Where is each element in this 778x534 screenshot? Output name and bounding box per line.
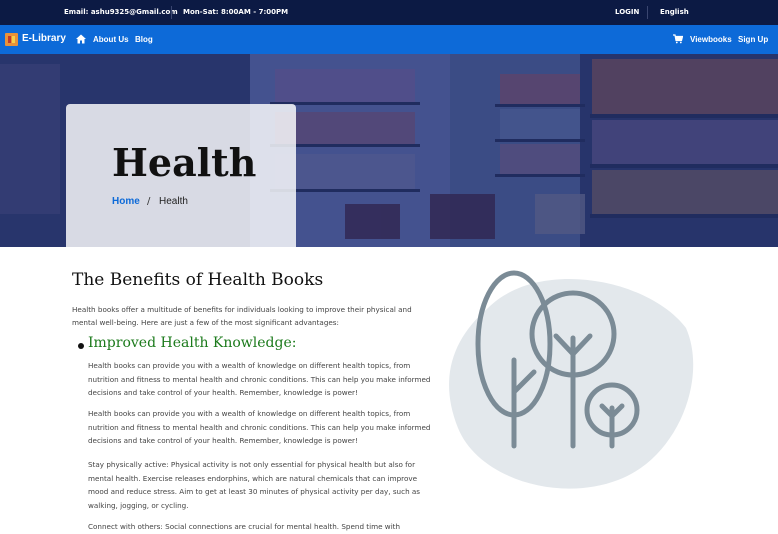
- breadcrumb-separator: /: [147, 196, 151, 207]
- language-selector[interactable]: English: [660, 8, 689, 16]
- tree-illustration: [449, 270, 694, 489]
- benefit-paragraph: Health books can provide you with a weal…: [88, 409, 431, 446]
- page-title: Health: [112, 140, 257, 185]
- home-icon[interactable]: [76, 34, 86, 44]
- intro-paragraph: Health books offer a multitude of benefi…: [72, 305, 412, 327]
- benefit-paragraph: Connect with others: Social connections …: [88, 522, 401, 531]
- nav-sign-up[interactable]: Sign Up: [738, 35, 768, 44]
- breadcrumb-current: Health: [159, 196, 188, 207]
- benefit-heading: Improved Health Knowledge:: [88, 335, 297, 351]
- login-link[interactable]: LOGIN: [615, 8, 639, 16]
- nav-blog[interactable]: Blog: [135, 35, 153, 44]
- section-title: The Benefits of Health Books: [72, 270, 324, 290]
- business-hours: Mon-Sat: 8:00AM - 7:00PM: [183, 8, 289, 16]
- bullet-point: [78, 343, 84, 349]
- nav-viewbooks[interactable]: Viewbooks: [690, 35, 732, 44]
- main-navbar: E-Library About Us Blog Viewbooks Sign U…: [0, 25, 778, 54]
- brand-name[interactable]: E-Library: [22, 33, 66, 44]
- benefit-paragraph: Stay physically active: Physical activit…: [88, 460, 421, 511]
- divider: [171, 6, 172, 19]
- contact-email: Email: ashu9325@Gmail.com: [64, 8, 178, 16]
- benefit-paragraph: Health books can provide you with a weal…: [88, 361, 431, 398]
- library-logo-icon[interactable]: [5, 33, 18, 46]
- divider: [647, 6, 648, 19]
- breadcrumb-home-link[interactable]: Home: [112, 196, 140, 207]
- cart-icon[interactable]: [673, 34, 683, 44]
- nav-about-us[interactable]: About Us: [93, 35, 129, 44]
- top-info-bar: Email: ashu9325@Gmail.com Mon-Sat: 8:00A…: [0, 0, 778, 25]
